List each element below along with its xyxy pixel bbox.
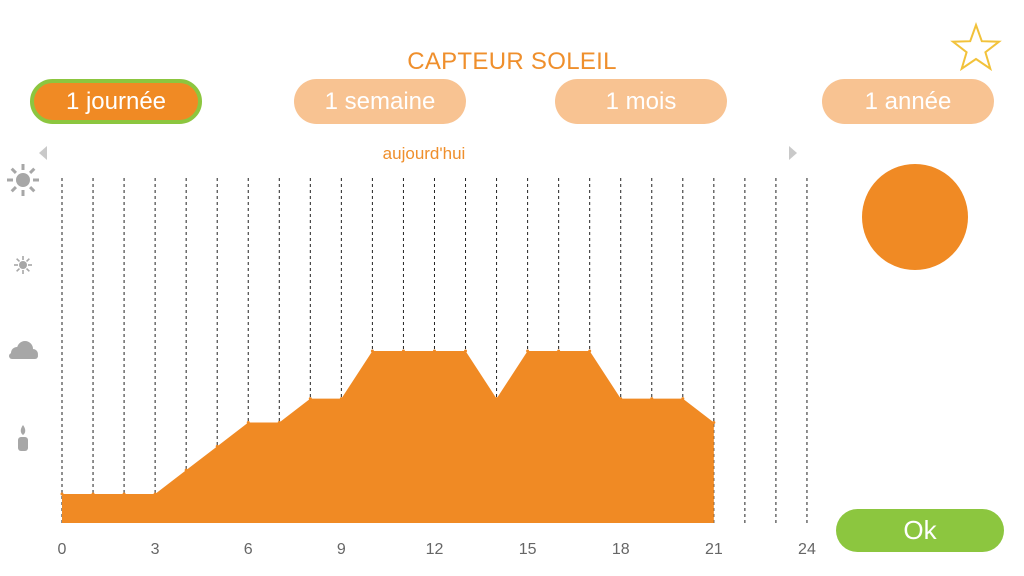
data-point	[60, 492, 64, 496]
page-title: CAPTEUR SOLEIL	[407, 48, 617, 75]
data-point	[681, 397, 685, 401]
x-tick-label: 12	[426, 541, 444, 558]
chevron-right-icon	[789, 146, 797, 160]
data-point	[370, 349, 374, 353]
data-point	[215, 444, 219, 448]
data-point	[712, 420, 716, 424]
sunlight-area	[62, 350, 714, 523]
tab-1-semaine[interactable]: 1 semaine	[294, 79, 466, 124]
data-point	[91, 492, 95, 496]
tab-1-annee[interactable]: 1 année	[822, 79, 994, 124]
data-point	[153, 492, 157, 496]
x-tick-label: 3	[151, 541, 160, 558]
data-point	[464, 349, 468, 353]
data-point	[588, 349, 592, 353]
x-tick-label: 21	[705, 541, 723, 558]
tab-1-journee[interactable]: 1 journée	[30, 79, 202, 124]
star-icon	[950, 22, 1002, 72]
data-point	[308, 397, 312, 401]
x-tick-label: 9	[337, 541, 346, 558]
data-point	[495, 397, 499, 401]
data-point	[432, 349, 436, 353]
data-point	[122, 492, 126, 496]
x-tick-label: 0	[58, 541, 67, 558]
data-point	[277, 420, 281, 424]
daylight-chart: 0 3 6 9 12 15 18 21 24	[58, 178, 816, 558]
x-tick-label: 18	[612, 541, 630, 558]
data-point	[184, 468, 188, 472]
x-tick-label: 24	[798, 541, 816, 558]
data-point	[557, 349, 561, 353]
data-point	[526, 349, 530, 353]
x-tick-label: 6	[244, 541, 253, 558]
data-point	[650, 397, 654, 401]
moon-icon	[907, 208, 917, 226]
chevron-left-icon	[39, 146, 47, 160]
data-point	[246, 420, 250, 424]
data-point	[401, 349, 405, 353]
favorite-star-icon[interactable]	[950, 22, 1002, 74]
data-point	[339, 397, 343, 401]
x-tick-label: 15	[519, 541, 537, 558]
ok-button[interactable]: Ok	[836, 509, 1004, 552]
tab-1-mois[interactable]: 1 mois	[555, 79, 727, 124]
data-point	[619, 397, 623, 401]
current-status-indicator	[862, 164, 968, 270]
